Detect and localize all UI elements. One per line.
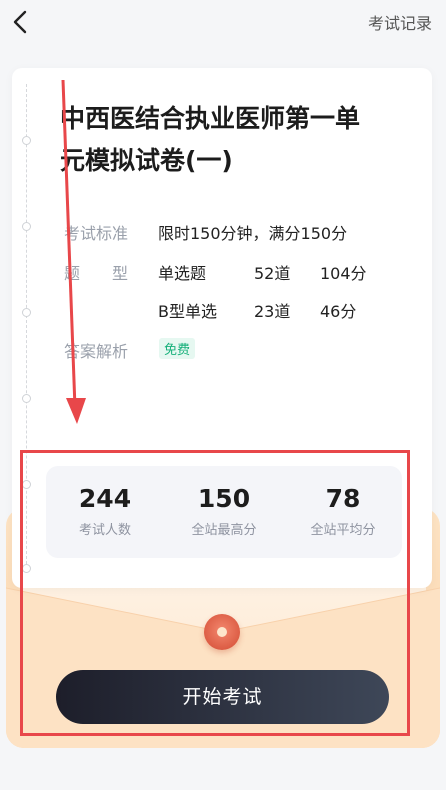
top-bar: 考试记录 [0,0,446,44]
exam-title-line: 元模拟试卷(一) [60,146,233,175]
question-type-count: 52道 [254,264,291,283]
question-type-score: 46分 [320,302,357,321]
timeline-dot [22,222,31,231]
free-badge: 免费 [159,338,196,359]
back-button[interactable] [4,6,36,38]
timeline-dot [22,394,31,403]
timeline-dot [22,308,31,317]
timeline-dot [22,136,31,145]
question-type-label: 题 型 [64,264,129,283]
chevron-left-icon [13,10,27,34]
exam-title-line: 中西医结合执业医师第一单 [60,104,361,133]
highlight-box [20,450,410,736]
exam-record-link[interactable]: 考试记录 [368,10,432,34]
standard-value: 限时150分钟，满分150分 [158,224,348,243]
question-type-count: 23道 [254,302,291,321]
question-type-name: 单选题 [158,264,207,283]
exam-title: 中西医结合执业医师第一单 元模拟试卷(一) [60,98,400,182]
answer-analysis-label: 答案解析 [64,342,129,361]
question-type-score: 104分 [320,264,367,283]
question-type-name: B型单选 [158,302,217,321]
standard-label: 考试标准 [64,224,129,243]
